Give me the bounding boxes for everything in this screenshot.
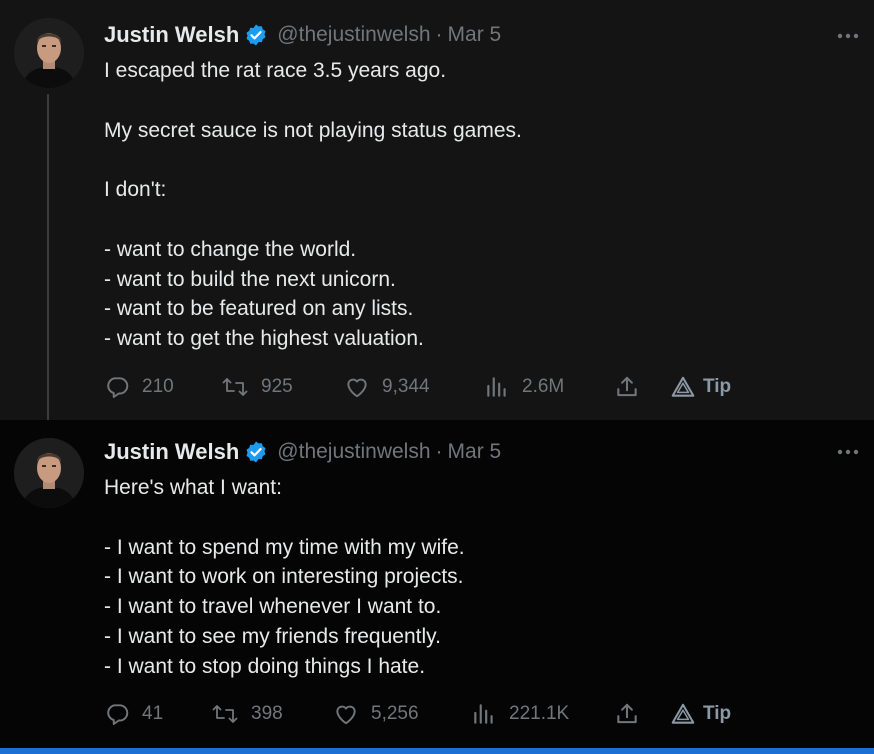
tweet-text-line: - want to get the highest valuation. [104,327,424,351]
more-icon[interactable] [834,26,862,46]
verified-icon [244,23,268,47]
tweet-header: Justin Welsh @thejustinwelsh · Mar 5 [104,20,501,50]
reply-icon [104,701,130,727]
tweet-date[interactable]: Mar 5 [448,440,502,464]
views-icon [484,374,510,400]
tip-button[interactable]: Tip [670,372,731,402]
views-count: 2.6M [522,376,565,397]
tweet-text-line: - want to be featured on any lists. [104,297,414,321]
verified-icon [244,440,268,464]
like-button[interactable]: 9,344 [344,372,430,402]
like-icon [344,374,370,400]
more-icon[interactable] [834,442,862,462]
reply-count: 210 [142,376,174,397]
tweet-text-line [104,86,522,116]
action-bar: 41 398 5,256 221.1K Tip [0,699,874,729]
tweet-header: Justin Welsh @thejustinwelsh · Mar 5 [104,437,501,467]
tweet-text-line: I don't: [104,178,167,202]
tweet-text-line: - I want to stop doing things I hate. [104,654,426,678]
tweet-text-line: - I want to travel whenever I want to. [104,595,442,619]
retweet-button[interactable]: 398 [211,699,283,729]
separator-dot: · [435,440,443,463]
avatar[interactable] [14,438,84,508]
author-handle[interactable]: @thejustinwelsh [277,23,430,47]
retweet-count: 925 [261,376,293,397]
share-icon [614,701,640,727]
like-icon [333,701,359,727]
bottom-accent-bar [0,748,874,754]
reply-button[interactable]: 210 [104,372,174,402]
avatar[interactable] [14,18,84,88]
retweet-icon [211,701,239,727]
tip-button[interactable]: Tip [670,699,731,729]
tweet-text-line: Here's what I want: [104,476,282,499]
retweet-count: 398 [251,703,283,724]
reply-icon [104,374,130,400]
share-icon [614,374,640,400]
views-icon [471,701,497,727]
like-count: 9,344 [382,376,430,397]
tweet-text: I escaped the rat race 3.5 years ago. My… [104,56,522,354]
tweet-text-line [104,145,522,175]
views-button[interactable]: 2.6M [484,372,564,402]
tweet-text-line: - I want to work on interesting projects… [104,565,464,589]
reply-count: 41 [142,703,164,724]
author-name[interactable]: Justin Welsh [104,439,239,465]
views-count: 221.1K [509,703,570,724]
separator-dot: · [435,23,443,46]
tweet-text-line: - I want to see my friends frequently. [104,624,441,648]
author-handle[interactable]: @thejustinwelsh [277,440,430,464]
retweet-button[interactable]: 925 [221,372,293,402]
tweet-text-line: - I want to spend my time with my wife. [104,535,465,559]
retweet-icon [221,374,249,400]
tweet-text-line: I escaped the rat race 3.5 years ago. [104,59,447,82]
views-button[interactable]: 221.1K [471,699,569,729]
tweet-text-line [104,503,465,533]
action-bar: 210 925 9,344 2.6M Tip [0,372,874,402]
tip-label: Tip [703,703,732,724]
like-button[interactable]: 5,256 [333,699,419,729]
tweet-1[interactable]: Justin Welsh @thejustinwelsh · Mar 5 I e… [0,0,874,420]
share-button[interactable] [614,372,640,402]
like-count: 5,256 [371,703,419,724]
tweet-date[interactable]: Mar 5 [448,23,502,47]
tweet-text-line: My secret sauce is not playing status ga… [104,118,522,142]
tweet-text: Here's what I want: - I want to spend my… [104,473,465,682]
tweet-text-line: - want to build the next unicorn. [104,267,396,291]
reply-button[interactable]: 41 [104,699,163,729]
tip-icon [670,374,696,400]
author-name[interactable]: Justin Welsh [104,22,239,48]
tweet-text-line [104,205,522,235]
tip-label: Tip [703,376,732,397]
share-button[interactable] [614,699,640,729]
tweet-text-line: - want to change the world. [104,237,357,261]
tip-icon [670,701,696,727]
tweet-2[interactable]: Justin Welsh @thejustinwelsh · Mar 5 Her… [0,420,874,748]
